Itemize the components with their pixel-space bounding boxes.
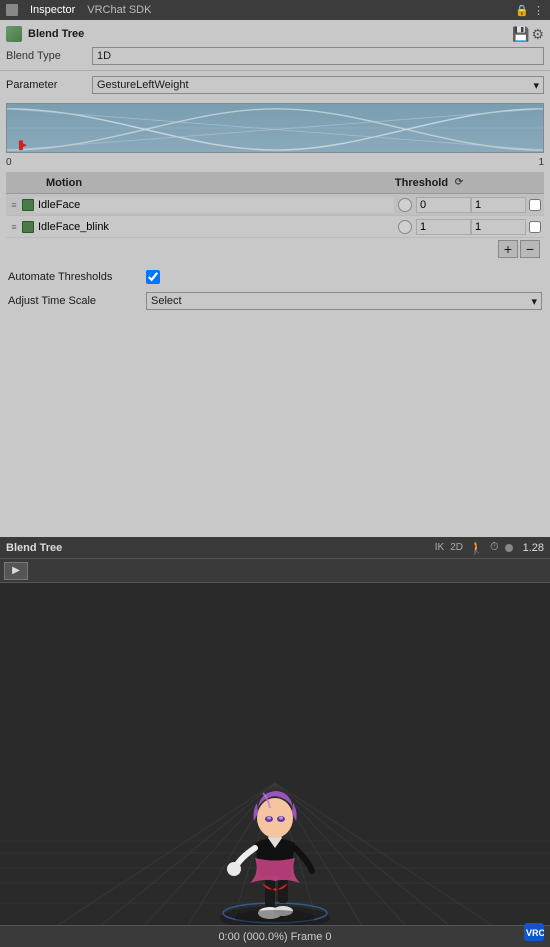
time-scale-value: Select bbox=[151, 295, 182, 307]
header-section: Blend Tree 💾 ⚙ Blend Type 1D bbox=[0, 20, 550, 71]
automate-thresholds-label: Automate Thresholds bbox=[8, 271, 138, 283]
play-icon: ▶ bbox=[12, 565, 20, 576]
vrchat-logo-icon: VRC bbox=[524, 923, 544, 941]
speed-value: 1.28 bbox=[523, 542, 544, 554]
vrchat-sdk-tab[interactable]: VRChat SDK bbox=[87, 4, 151, 16]
adjust-time-scale-row: Adjust Time Scale Select ▾ bbox=[8, 290, 542, 312]
motion-row-2: ≡ bbox=[6, 216, 544, 238]
top-bar-icons: 🔒 ⋮ bbox=[515, 4, 544, 17]
checkbox-1[interactable] bbox=[529, 199, 541, 211]
param-dropdown[interactable]: GestureLeftWeight ▾ bbox=[92, 76, 544, 94]
motion-table-header: Motion Threshold ⟳ bbox=[6, 172, 544, 194]
col-threshold-header: Threshold bbox=[394, 177, 449, 189]
play-button[interactable]: ▶ bbox=[4, 562, 28, 580]
threshold-val-2b[interactable] bbox=[471, 219, 526, 235]
blend-tree-panel-title: Blend Tree bbox=[6, 542, 62, 554]
param-section: Parameter GestureLeftWeight ▾ bbox=[0, 71, 550, 99]
threshold-val-1b[interactable] bbox=[471, 197, 526, 213]
circle-btn-2[interactable] bbox=[398, 220, 412, 234]
automate-section: Automate Thresholds Adjust Time Scale Se… bbox=[0, 260, 550, 320]
film-icon-2 bbox=[22, 221, 34, 233]
save-icons: 💾 ⚙ bbox=[512, 26, 544, 43]
time-scale-arrow: ▾ bbox=[531, 295, 537, 308]
remove-motion-button[interactable]: − bbox=[520, 240, 540, 258]
graph-labels: 0 1 bbox=[0, 157, 550, 168]
motion-name-1[interactable] bbox=[34, 197, 394, 213]
blend-tree-row: Blend Tree 💾 ⚙ bbox=[6, 24, 544, 44]
param-row: Parameter GestureLeftWeight ▾ bbox=[6, 75, 544, 95]
add-remove-row: + − bbox=[6, 238, 544, 260]
checkbox-cell-2[interactable] bbox=[526, 221, 544, 233]
motion-row-1: ≡ bbox=[6, 194, 544, 216]
blend-tree-title: Blend Tree bbox=[28, 28, 506, 40]
settings2-icon[interactable]: ⚙ bbox=[531, 26, 544, 43]
automate-thresholds-checkbox[interactable] bbox=[146, 270, 160, 284]
lock-icon[interactable]: 🔒 bbox=[515, 4, 529, 17]
param-label: Parameter bbox=[6, 79, 86, 91]
speed-dot bbox=[505, 544, 513, 552]
auto-threshold-icon[interactable]: ⟳ bbox=[449, 177, 469, 188]
save-icon[interactable]: 💾 bbox=[512, 26, 529, 43]
adjust-time-scale-label: Adjust Time Scale bbox=[8, 295, 138, 307]
settings-icon[interactable]: ⋮ bbox=[533, 4, 544, 17]
motion-section: Motion Threshold ⟳ ≡ ≡ + − bbox=[6, 172, 544, 260]
play-bar: ▶ bbox=[0, 559, 550, 583]
film-icon-1 bbox=[22, 199, 34, 211]
graph-svg bbox=[7, 104, 543, 152]
inspector-icon bbox=[6, 4, 18, 16]
status-bar: 0:00 (000.0%) Frame 0 VRC bbox=[0, 925, 550, 947]
automate-thresholds-row: Automate Thresholds bbox=[8, 266, 542, 288]
ik-button[interactable]: IK bbox=[435, 542, 444, 553]
graph-min-label: 0 bbox=[6, 157, 12, 168]
2d-button[interactable]: 2D bbox=[450, 542, 463, 553]
motion-name-2[interactable] bbox=[34, 219, 394, 235]
blend-type-dropdown[interactable]: 1D bbox=[92, 47, 544, 65]
threshold-val-2a[interactable] bbox=[416, 219, 471, 235]
blend-tree-panel: Blend Tree IK 2D 🚶 ⏱ 1.28 ▶ bbox=[0, 537, 550, 947]
blend-type-row: Blend Type 1D bbox=[6, 46, 544, 66]
checkbox-2[interactable] bbox=[529, 221, 541, 233]
checkbox-cell-1[interactable] bbox=[526, 199, 544, 211]
status-text: 0:00 (000.0%) Frame 0 bbox=[218, 931, 331, 943]
timer-icon[interactable]: ⏱ bbox=[490, 541, 499, 554]
empty-area bbox=[0, 320, 550, 520]
blend-tree-toolbar: Blend Tree IK 2D 🚶 ⏱ 1.28 bbox=[0, 537, 550, 559]
grid-svg bbox=[0, 583, 550, 925]
param-value: GestureLeftWeight bbox=[97, 79, 189, 91]
inspector-tab[interactable]: Inspector bbox=[30, 4, 75, 16]
top-bar: Inspector VRChat SDK 🔒 ⋮ bbox=[0, 0, 550, 20]
person-icon[interactable]: 🚶 bbox=[469, 541, 484, 555]
graph-max-label: 1 bbox=[538, 157, 544, 168]
blend-type-label: Blend Type bbox=[6, 50, 86, 62]
col-motion-header: Motion bbox=[42, 177, 378, 189]
drag-handle-2[interactable]: ≡ bbox=[6, 222, 22, 232]
time-scale-dropdown[interactable]: Select ▾ bbox=[146, 292, 542, 310]
param-arrow: ▾ bbox=[533, 79, 539, 92]
circle-btn-1[interactable] bbox=[398, 198, 412, 212]
svg-text:VRC: VRC bbox=[526, 928, 544, 938]
graph-section bbox=[6, 103, 544, 153]
add-motion-button[interactable]: + bbox=[498, 240, 518, 258]
threshold-val-1a[interactable] bbox=[416, 197, 471, 213]
viewport bbox=[0, 583, 550, 925]
blend-tree-icon bbox=[6, 26, 22, 42]
drag-handle-1[interactable]: ≡ bbox=[6, 200, 22, 210]
vrchat-icon[interactable]: VRC bbox=[524, 923, 544, 944]
